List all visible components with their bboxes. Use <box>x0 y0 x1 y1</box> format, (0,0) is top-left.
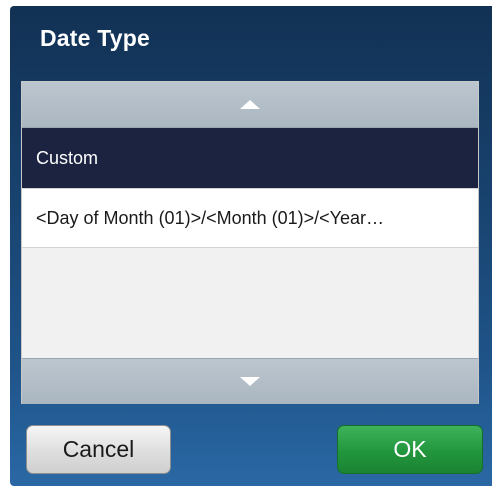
ok-button[interactable]: OK <box>337 425 483 474</box>
list-item-day-month-year[interactable]: <Day of Month (01)>/<Month (01)>/<Year… <box>22 188 478 248</box>
triangle-down-icon <box>240 377 260 386</box>
list-item-label: <Day of Month (01)>/<Month (01)>/<Year… <box>36 207 385 228</box>
triangle-up-icon <box>240 100 260 109</box>
cancel-button[interactable]: Cancel <box>26 425 171 474</box>
date-type-dialog: Date Type Custom <Day of Month (01)>/<Mo… <box>10 6 492 486</box>
dialog-title: Date Type <box>40 25 151 51</box>
scroll-up-button[interactable] <box>22 82 478 128</box>
date-type-list: Custom <Day of Month (01)>/<Month (01)>/… <box>21 81 479 404</box>
list-item-label: Custom <box>36 147 99 168</box>
list-item-custom[interactable]: Custom <box>22 128 478 188</box>
scroll-down-button[interactable] <box>22 358 478 404</box>
